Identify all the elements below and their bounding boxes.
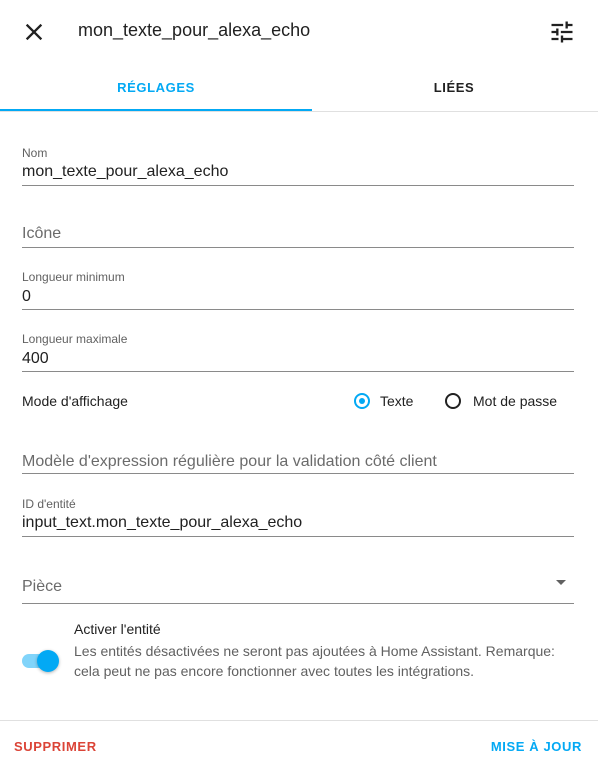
dialog-title: mon_texte_pour_alexa_echo [78,20,311,40]
pattern-field-placeholder: Modèle d'expression régulière pour la va… [22,453,437,470]
min-length-field[interactable]: Longueur minimum 0 [22,264,574,310]
entity-id-label: ID d'entité [22,497,76,511]
tab-bar: RÉGLAGES LIÉES [0,64,598,112]
active-tab-indicator [0,109,312,111]
delete-button[interactable]: SUPPRIMER [14,739,97,754]
max-length-field[interactable]: Longueur maximale 400 [22,326,574,372]
radio-unchecked-icon [445,393,461,409]
enable-entity-title: Activer l'entité [74,621,161,637]
tab-settings[interactable]: RÉGLAGES [0,64,312,112]
name-field-value: mon_texte_pour_alexa_echo [22,163,229,180]
area-select[interactable]: Pièce [22,570,574,604]
dialog-header: mon_texte_pour_alexa_echo [0,0,598,64]
icon-field-placeholder: Icône [22,225,62,242]
radio-password-mode-label: Mot de passe [473,393,558,409]
tab-related[interactable]: LIÉES [310,64,598,112]
icon-field[interactable]: Icône [22,210,574,248]
enable-entity-description: Les entités désactivées ne seront pas aj… [74,643,555,679]
tune-icon [551,21,573,43]
min-length-value: 0 [22,288,31,305]
entity-id-field[interactable]: ID d'entité input_text.mon_texte_pour_al… [22,490,574,537]
enable-entity-toggle[interactable] [22,650,59,672]
entity-id-value: input_text.mon_texte_pour_alexa_echo [22,514,303,531]
footer-divider [0,720,598,721]
radio-password-mode[interactable]: Mot de passe [445,391,575,413]
toggle-thumb [37,650,59,672]
max-length-label: Longueur maximale [22,332,128,346]
min-length-label: Longueur minimum [22,270,125,284]
name-field[interactable]: Nom mon_texte_pour_alexa_echo [22,140,574,186]
radio-checked-icon [354,393,370,409]
dropdown-arrow-icon [556,580,566,585]
advanced-settings-button[interactable] [548,18,576,46]
display-mode-label: Mode d'affichage [22,393,128,409]
radio-text-mode[interactable]: Texte [354,391,434,413]
area-select-placeholder: Pièce [22,578,63,595]
name-field-label: Nom [22,146,48,160]
close-icon [25,23,43,41]
radio-text-mode-label: Texte [380,393,414,409]
close-button[interactable] [20,18,48,46]
max-length-value: 400 [22,350,49,367]
update-button[interactable]: MISE À JOUR [491,739,582,754]
pattern-field[interactable]: Modèle d'expression régulière pour la va… [22,436,574,474]
